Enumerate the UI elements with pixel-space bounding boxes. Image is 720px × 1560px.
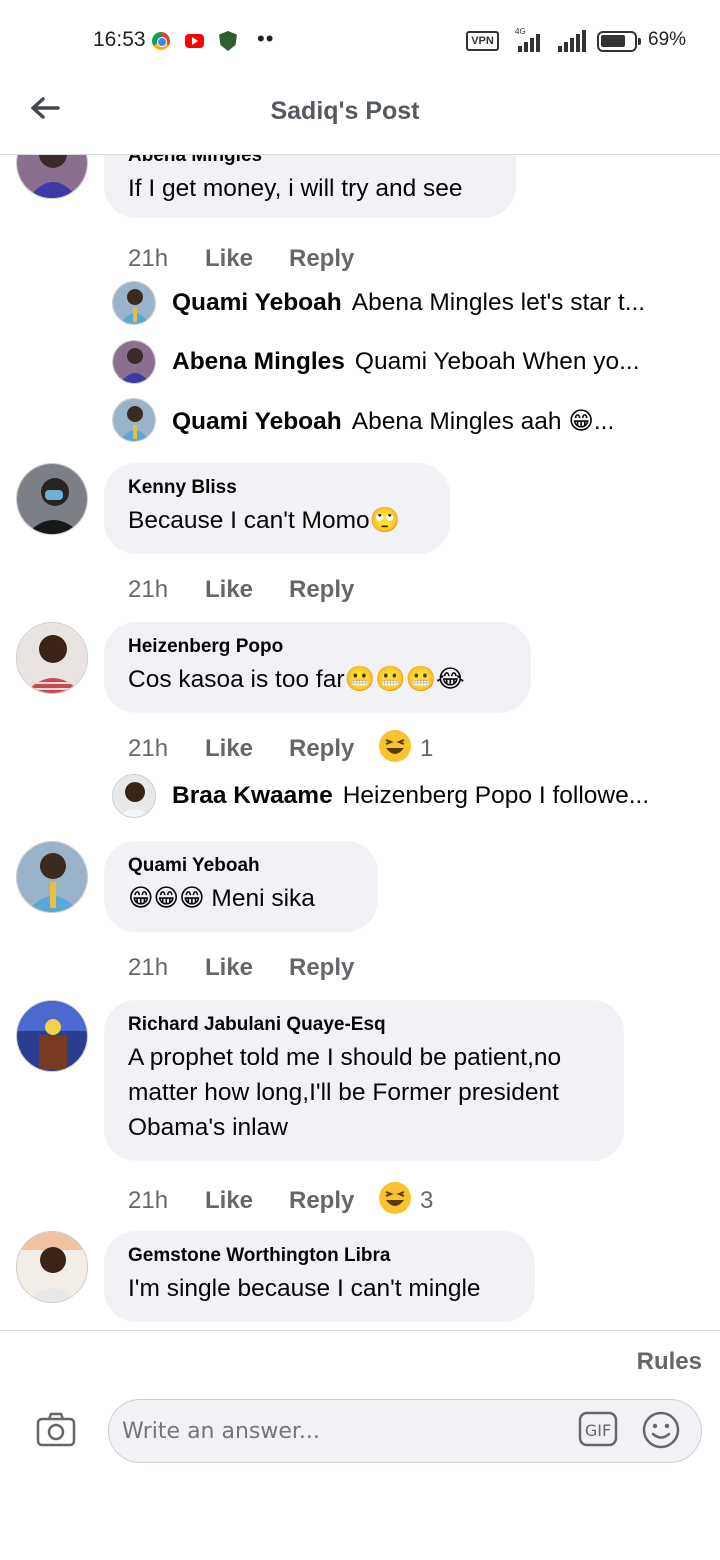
comment-bubble: Heizenberg Popo Cos kasoa is too far😬😬😬😂	[104, 622, 531, 713]
like-button[interactable]: Like	[205, 954, 253, 982]
comment-bubble: Richard Jabulani Quaye-Esq A prophet tol…	[104, 1000, 624, 1161]
laughing-reaction-icon[interactable]	[378, 729, 412, 763]
avatar[interactable]	[16, 1231, 88, 1303]
reaction-count[interactable]: 1	[420, 735, 433, 763]
camera-icon[interactable]	[36, 1411, 76, 1447]
rules-link[interactable]: Rules	[637, 1348, 702, 1376]
laughing-reaction-icon[interactable]	[378, 1181, 412, 1215]
comment-time[interactable]: 21h	[128, 954, 168, 982]
reply-author[interactable]: Braa Kwaame	[172, 782, 333, 809]
avatar[interactable]	[16, 841, 88, 913]
comment-author[interactable]: Gemstone Worthington Libra	[128, 1245, 511, 1267]
comment-bubble: Kenny Bliss Because I can't Momo🙄	[104, 463, 450, 554]
avatar[interactable]	[112, 774, 156, 818]
comment-time[interactable]: 21h	[128, 1187, 168, 1215]
like-button[interactable]: Like	[205, 245, 253, 273]
comment-bubble: Quami Yeboah 😁😁😁 Meni sika	[104, 841, 378, 932]
signal-icon-2	[558, 30, 588, 52]
reply-row[interactable]: Braa Kwaame Heizenberg Popo I followe...	[112, 774, 692, 820]
comment-text: A prophet told me I should be patient,no…	[128, 1044, 562, 1141]
avatar[interactable]	[112, 398, 156, 442]
reply-preview: Quami Yeboah Abena Mingles let's star t..…	[172, 289, 682, 317]
battery-level: 69%	[648, 29, 687, 50]
reaction-count[interactable]: 3	[420, 1187, 433, 1215]
comment-author[interactable]: Abena Mingles	[128, 155, 492, 167]
shield-icon	[219, 31, 237, 51]
more-notifications-icon: ••	[257, 26, 275, 51]
avatar[interactable]	[112, 340, 156, 384]
comment-text: Cos kasoa is too far😬😬😬😂	[128, 666, 465, 693]
smile-icon[interactable]	[642, 1411, 680, 1449]
comment-author[interactable]: Richard Jabulani Quaye-Esq	[128, 1014, 600, 1036]
avatar[interactable]	[112, 281, 156, 325]
chrome-icon	[152, 32, 170, 50]
comment-author[interactable]: Quami Yeboah	[128, 855, 354, 877]
avatar[interactable]	[16, 463, 88, 535]
svg-text:GIF: GIF	[585, 1421, 611, 1440]
status-bar: 16:53 •• VPN 4G 69%	[0, 0, 720, 82]
reply-author[interactable]: Abena Mingles	[172, 348, 345, 375]
reply-row[interactable]: Quami Yeboah Abena Mingles let's star t..…	[112, 281, 692, 327]
comment-bubble: Abena Mingles If I get money, i will try…	[104, 155, 516, 218]
avatar[interactable]	[16, 155, 88, 199]
like-button[interactable]: Like	[205, 1187, 253, 1215]
reply-button[interactable]: Reply	[289, 245, 354, 273]
signal-icon	[512, 30, 542, 52]
post-header: Sadiq's Post	[0, 82, 720, 155]
reply-preview: Abena Mingles Quami Yeboah When yo...	[172, 348, 682, 376]
reply-text: Abena Mingles aah 😁...	[351, 408, 615, 435]
reply-author[interactable]: Quami Yeboah	[172, 289, 342, 316]
like-button[interactable]: Like	[205, 576, 253, 604]
composer: Rules GIF	[0, 1330, 720, 1560]
reply-preview: Quami Yeboah Abena Mingles aah 😁...	[172, 406, 682, 436]
youtube-icon	[185, 34, 204, 48]
comment-text: Because I can't Momo🙄	[128, 507, 401, 534]
reply-button[interactable]: Reply	[289, 735, 354, 763]
comment-bubble: Gemstone Worthington Libra I'm single be…	[104, 1231, 535, 1322]
comments-feed[interactable]: Abena Mingles If I get money, i will try…	[0, 155, 720, 1330]
like-button[interactable]: Like	[205, 735, 253, 763]
reply-text: Quami Yeboah When yo...	[354, 348, 640, 375]
comment-time[interactable]: 21h	[128, 735, 168, 763]
comment-text: I'm single because I can't mingle	[128, 1275, 481, 1302]
comment-time[interactable]: 21h	[128, 576, 168, 604]
reply-button[interactable]: Reply	[289, 1187, 354, 1215]
reply-text: Heizenberg Popo I followe...	[342, 782, 650, 809]
comment-author[interactable]: Heizenberg Popo	[128, 636, 507, 658]
reply-row[interactable]: Quami Yeboah Abena Mingles aah 😁...	[112, 398, 692, 444]
status-time: 16:53	[93, 28, 146, 51]
reply-text: Abena Mingles let's star t...	[351, 289, 646, 316]
vpn-badge: VPN	[466, 31, 499, 51]
comment-author[interactable]: Kenny Bliss	[128, 477, 426, 499]
avatar[interactable]	[16, 622, 88, 694]
reply-button[interactable]: Reply	[289, 954, 354, 982]
page-title: Sadiq's Post	[270, 97, 420, 125]
reply-author[interactable]: Quami Yeboah	[172, 408, 342, 435]
comment-time[interactable]: 21h	[128, 245, 168, 273]
gif-icon[interactable]: GIF	[578, 1411, 618, 1447]
avatar[interactable]	[16, 1000, 88, 1072]
comment-text: 😁😁😁 Meni sika	[128, 885, 315, 912]
reply-button[interactable]: Reply	[289, 576, 354, 604]
battery-icon	[597, 31, 641, 52]
reply-preview: Braa Kwaame Heizenberg Popo I followe...	[172, 782, 682, 810]
comment-text: If I get money, i will try and see	[128, 175, 463, 202]
reply-row[interactable]: Abena Mingles Quami Yeboah When yo...	[112, 340, 692, 386]
